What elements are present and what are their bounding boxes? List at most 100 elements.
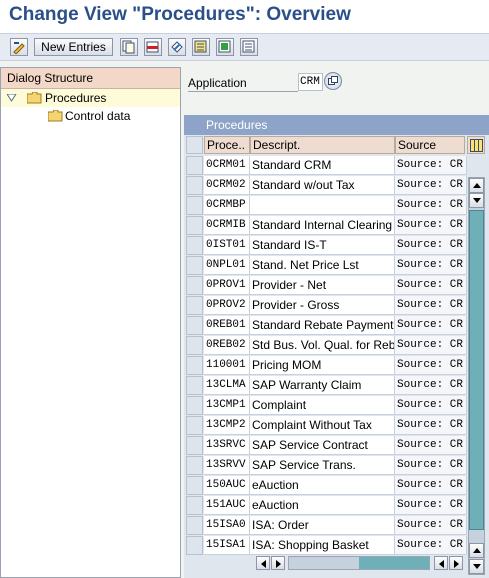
copy-button[interactable] (120, 38, 138, 56)
row-select-cell[interactable] (186, 216, 203, 235)
cell-source[interactable]: Source: CR (395, 536, 467, 555)
scroll-down-bottom-button[interactable] (469, 559, 484, 574)
cell-procedure[interactable]: 13SRVC (204, 436, 250, 455)
cell-description[interactable]: SAP Service Contract (250, 436, 395, 455)
column-header-procedure[interactable]: Proce.. (204, 136, 250, 154)
deselect-all-button[interactable] (240, 38, 258, 56)
cell-source[interactable]: Source: CR (395, 296, 467, 315)
cell-description[interactable]: Standard IS-T (250, 236, 395, 255)
application-detail-button[interactable] (324, 72, 342, 90)
row-select-cell[interactable] (186, 176, 203, 195)
row-select-cell[interactable] (186, 196, 203, 215)
cell-description[interactable]: SAP Warranty Claim (250, 376, 395, 395)
row-select-cell[interactable] (186, 436, 203, 455)
row-select-cell[interactable] (186, 456, 203, 475)
row-select-cell[interactable] (186, 356, 203, 375)
cell-procedure[interactable]: 0IST01 (204, 236, 250, 255)
row-select-cell[interactable] (186, 376, 203, 395)
cell-procedure[interactable]: 151AUC (204, 496, 250, 515)
cell-procedure[interactable]: 0CRM01 (204, 156, 250, 175)
cell-procedure[interactable]: 13SRVV (204, 456, 250, 475)
cell-description[interactable]: Complaint Without Tax (250, 416, 395, 435)
cell-source[interactable]: Source: CR (395, 436, 467, 455)
cell-source[interactable]: Source: CR (395, 216, 467, 235)
cell-source[interactable]: Source: CR (395, 376, 467, 395)
cell-source[interactable]: Source: CR (395, 176, 467, 195)
cell-description[interactable]: eAuction (250, 496, 395, 515)
cell-description[interactable]: Complaint (250, 396, 395, 415)
cell-procedure[interactable]: 0REB01 (204, 316, 250, 335)
cell-description[interactable]: Provider - Net (250, 276, 395, 295)
scroll-right-button[interactable] (271, 556, 285, 570)
cell-description[interactable]: Stand. Net Price Lst (250, 256, 395, 275)
row-select-cell[interactable] (186, 336, 203, 355)
cell-description[interactable] (250, 196, 395, 215)
cell-source[interactable]: Source: CR (395, 156, 467, 175)
scroll-right-end-button[interactable] (449, 556, 463, 570)
row-select-cell[interactable] (186, 296, 203, 315)
cell-procedure[interactable]: 0PROV2 (204, 296, 250, 315)
cell-source[interactable]: Source: CR (395, 396, 467, 415)
cell-procedure[interactable]: 13CMP2 (204, 416, 250, 435)
select-all-button[interactable] (192, 38, 210, 56)
row-select-cell[interactable] (186, 236, 203, 255)
scroll-left-end-button[interactable] (434, 556, 448, 570)
cell-source[interactable]: Source: CR (395, 316, 467, 335)
scroll-down-button[interactable] (469, 193, 484, 208)
cell-procedure[interactable]: 0NPL01 (204, 256, 250, 275)
row-select-cell[interactable] (186, 536, 203, 555)
cell-source[interactable]: Source: CR (395, 516, 467, 535)
cell-description[interactable]: Standard CRM (250, 156, 395, 175)
row-select-cell[interactable] (186, 416, 203, 435)
horizontal-scroll-track[interactable] (288, 556, 430, 570)
scroll-left-button[interactable] (256, 556, 270, 570)
select-block-button[interactable] (216, 38, 234, 56)
row-select-cell[interactable] (186, 496, 203, 515)
cell-description[interactable]: Standard Internal Clearing (250, 216, 395, 235)
delete-button[interactable] (144, 38, 162, 56)
cell-source[interactable]: Source: CR (395, 236, 467, 255)
row-select-cell[interactable] (186, 316, 203, 335)
cell-description[interactable]: Std Bus. Vol. Qual. for Reb (250, 336, 395, 355)
row-select-cell[interactable] (186, 516, 203, 535)
horizontal-scroll-thumb[interactable] (359, 557, 429, 569)
cell-description[interactable]: Standard w/out Tax (250, 176, 395, 195)
cell-procedure[interactable]: 0PROV1 (204, 276, 250, 295)
select-all-rows-cell[interactable] (186, 136, 203, 154)
cell-procedure[interactable]: 15ISA0 (204, 516, 250, 535)
cell-procedure[interactable]: 13CLMA (204, 376, 250, 395)
cell-description[interactable]: Provider - Gross (250, 296, 395, 315)
cell-procedure[interactable]: 110001 (204, 356, 250, 375)
cell-procedure[interactable]: 13CMP1 (204, 396, 250, 415)
scroll-up-bottom-button[interactable] (469, 543, 484, 558)
undo-button[interactable] (168, 38, 186, 56)
cell-source[interactable]: Source: CR (395, 496, 467, 515)
cell-procedure[interactable]: 15ISA1 (204, 536, 250, 555)
row-select-cell[interactable] (186, 476, 203, 495)
cell-source[interactable]: Source: CR (395, 456, 467, 475)
column-header-source[interactable]: Source (395, 136, 465, 154)
row-select-cell[interactable] (186, 156, 203, 175)
cell-description[interactable]: Pricing MOM (250, 356, 395, 375)
column-header-description[interactable]: Descript. (250, 136, 395, 154)
cell-source[interactable]: Source: CR (395, 336, 467, 355)
cell-procedure[interactable]: 0REB02 (204, 336, 250, 355)
cell-source[interactable]: Source: CR (395, 476, 467, 495)
cell-source[interactable]: Source: CR (395, 276, 467, 295)
expand-triangle-icon[interactable] (7, 94, 17, 102)
vertical-scrollbar[interactable] (468, 177, 485, 575)
cell-source[interactable]: Source: CR (395, 196, 467, 215)
column-settings-button[interactable] (467, 136, 485, 154)
cell-source[interactable]: Source: CR (395, 356, 467, 375)
cell-description[interactable]: SAP Service Trans. (250, 456, 395, 475)
row-select-cell[interactable] (186, 276, 203, 295)
horizontal-scrollbar[interactable] (256, 556, 466, 570)
cell-description[interactable]: eAuction (250, 476, 395, 495)
display-change-button[interactable] (10, 38, 28, 56)
cell-procedure[interactable]: 150AUC (204, 476, 250, 495)
tree-item-procedures[interactable]: Procedures (1, 89, 180, 107)
cell-procedure[interactable]: 0CRMBP (204, 196, 250, 215)
new-entries-button[interactable]: New Entries (34, 38, 113, 56)
cell-description[interactable]: Standard Rebate Payment (250, 316, 395, 335)
cell-procedure[interactable]: 0CRMIB (204, 216, 250, 235)
